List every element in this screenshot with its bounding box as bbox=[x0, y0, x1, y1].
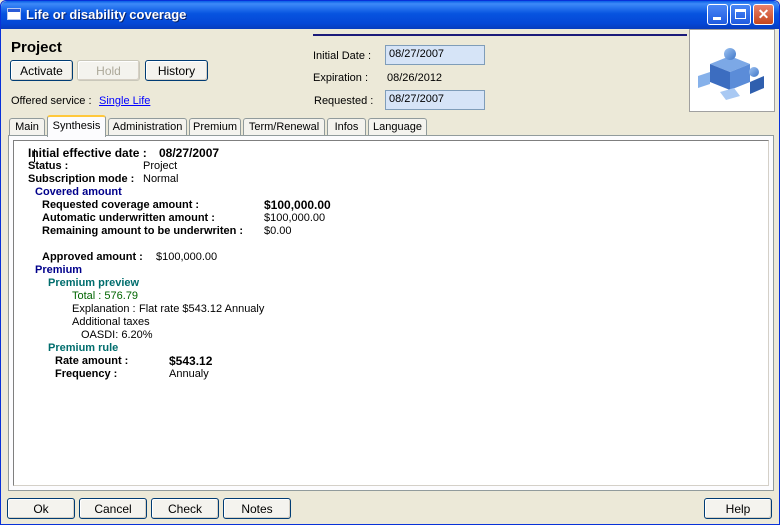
help-button[interactable]: Help bbox=[704, 498, 772, 519]
requested-date-field[interactable]: 08/27/2007 bbox=[385, 90, 485, 110]
check-button[interactable]: Check bbox=[151, 498, 219, 519]
covered-amount-heading: Covered amount bbox=[35, 186, 122, 198]
cancel-button[interactable]: Cancel bbox=[79, 498, 147, 519]
synthesis-text-area[interactable]: Initial effective date : 08/27/2007 Stat… bbox=[13, 140, 769, 486]
premium-heading: Premium bbox=[35, 264, 83, 276]
title-bar[interactable]: Life or disability coverage ✕ bbox=[1, 1, 779, 29]
rate-amount-label: Rate amount : bbox=[55, 355, 129, 367]
status-value: Project bbox=[143, 160, 178, 172]
window-icon bbox=[7, 8, 21, 20]
maximize-button[interactable] bbox=[730, 4, 751, 25]
additional-taxes: Additional taxes bbox=[72, 316, 150, 328]
explanation-label: Explanation : bbox=[72, 303, 136, 315]
offered-service-label: Offered service : bbox=[11, 95, 92, 107]
window: Life or disability coverage ✕ Project Ac… bbox=[0, 0, 780, 525]
frequency-label: Frequency : bbox=[55, 368, 118, 380]
status-label: Status : bbox=[28, 160, 69, 172]
initial-date-label: Initial Date : bbox=[313, 50, 372, 62]
initial-effective-value: 08/27/2007 bbox=[159, 146, 220, 160]
ok-button[interactable]: Ok bbox=[7, 498, 75, 519]
close-icon: ✕ bbox=[757, 6, 770, 22]
oasdi-tax: OASDI: 6.20% bbox=[81, 329, 153, 341]
auto-underwritten-value: $100,000.00 bbox=[264, 212, 326, 224]
expiration-value: 08/26/2012 bbox=[387, 72, 443, 84]
approved-label: Approved amount : bbox=[42, 251, 143, 263]
activate-button[interactable]: Activate bbox=[10, 60, 73, 81]
premium-total: Total : 576.79 bbox=[72, 290, 139, 302]
history-button[interactable]: History bbox=[145, 60, 208, 81]
minimize-icon bbox=[713, 17, 721, 20]
hold-button[interactable]: Hold bbox=[77, 60, 140, 81]
explanation-value: Flat rate $543.12 Annualy bbox=[139, 303, 265, 315]
premium-rule-heading: Premium rule bbox=[48, 342, 119, 354]
subscription-value: Normal bbox=[143, 173, 179, 185]
requested-coverage-label: Requested coverage amount : bbox=[42, 199, 200, 211]
puzzle-icon bbox=[698, 48, 764, 100]
approved-value: $100,000.00 bbox=[156, 251, 218, 263]
maximize-icon bbox=[735, 9, 746, 19]
notes-button[interactable]: Notes bbox=[223, 498, 291, 519]
page-title: Project bbox=[11, 39, 62, 56]
auto-underwritten-label: Automatic underwritten amount : bbox=[42, 212, 215, 224]
premium-preview-heading: Premium preview bbox=[48, 277, 140, 289]
frequency-value: Annualy bbox=[169, 368, 209, 380]
puzzle-logo bbox=[689, 29, 775, 112]
rate-amount-value: $543.12 bbox=[169, 354, 213, 368]
initial-effective-label: Initial effective date : bbox=[28, 146, 147, 160]
tab-synthesis[interactable]: Synthesis bbox=[47, 115, 106, 137]
tab-panel: Initial effective date : 08/27/2007 Stat… bbox=[8, 135, 774, 491]
requested-coverage-value: $100,000.00 bbox=[264, 198, 331, 212]
minimize-button[interactable] bbox=[707, 4, 728, 25]
offered-service-link[interactable]: Single Life bbox=[99, 95, 150, 107]
expiration-label: Expiration : bbox=[313, 72, 369, 84]
requested-label: Requested : bbox=[314, 95, 374, 107]
header-divider bbox=[313, 34, 687, 36]
window-title: Life or disability coverage bbox=[26, 7, 187, 22]
initial-date-field[interactable]: 08/27/2007 bbox=[385, 45, 485, 65]
remaining-value: $0.00 bbox=[264, 225, 292, 237]
close-button[interactable]: ✕ bbox=[753, 4, 774, 25]
subscription-label: Subscription mode : bbox=[28, 173, 135, 185]
remaining-label: Remaining amount to be underwriten : bbox=[42, 225, 244, 237]
